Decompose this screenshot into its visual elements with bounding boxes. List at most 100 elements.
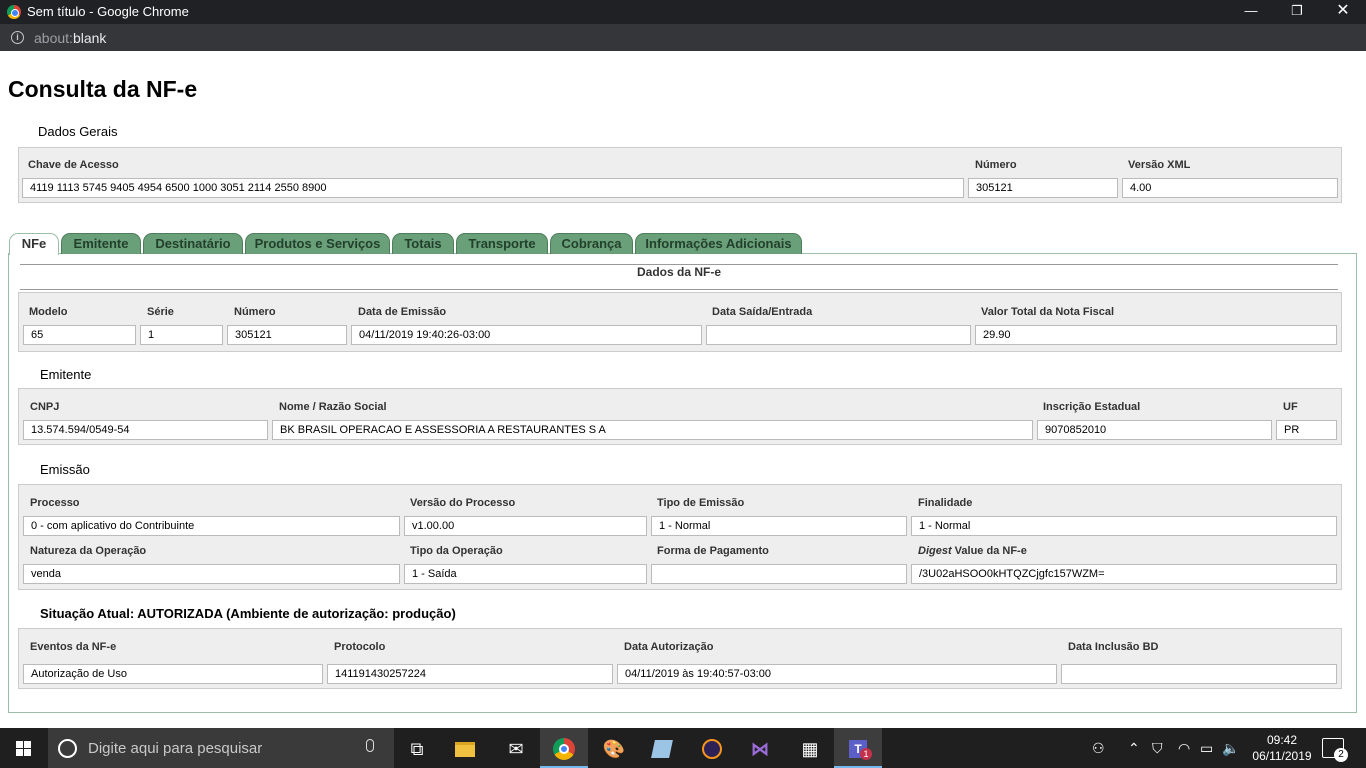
serie-field[interactable]: 1: [140, 325, 223, 345]
tipo-emissao-label: Tipo de Emissão: [657, 497, 745, 509]
versao-processo-field[interactable]: v1.00.00: [404, 516, 647, 536]
file-explorer-icon[interactable]: [441, 728, 489, 768]
tab-totais[interactable]: Totais: [392, 233, 454, 254]
data-inclusao-bd-field[interactable]: [1061, 664, 1337, 684]
digest-value-label: Digest Value da NF-e: [918, 545, 1027, 557]
maximize-button[interactable]: ❐: [1274, 0, 1320, 24]
valor-total-field[interactable]: 29.90: [975, 325, 1337, 345]
url-text[interactable]: about:blank: [34, 30, 106, 46]
digest-value-field[interactable]: /3U02aHSOO0kHTQZCjgfc157WZM=: [911, 564, 1337, 584]
data-inclusao-bd-label: Data Inclusão BD: [1068, 641, 1159, 653]
people-icon[interactable]: ⚇: [1092, 728, 1105, 768]
natureza-operacao-field[interactable]: venda: [23, 564, 400, 584]
razao-social-label: Nome / Razão Social: [279, 401, 387, 413]
eventos-label: Eventos da NF-e: [30, 641, 117, 653]
teams-icon[interactable]: T1: [834, 728, 882, 768]
dados-gerais-legend: Dados Gerais: [38, 124, 118, 139]
cnpj-label: CNPJ: [30, 401, 60, 413]
tab-produtos-servicos[interactable]: Produtos e Serviços: [245, 233, 390, 254]
modelo-field[interactable]: 65: [23, 325, 136, 345]
volume-icon[interactable]: 🔈: [1222, 728, 1239, 768]
numero-field[interactable]: 305121: [968, 178, 1118, 198]
modelo-label: Modelo: [29, 306, 68, 318]
search-placeholder: Digite aqui para pesquisar: [88, 740, 263, 757]
protocolo-label: Protocolo: [334, 641, 386, 653]
eclipse-icon[interactable]: [688, 728, 736, 768]
defender-icon[interactable]: ⛉: [1152, 728, 1163, 768]
windows-start-icon[interactable]: [16, 741, 31, 756]
data-emissao-field[interactable]: 04/11/2019 19:40:26-03:00: [351, 325, 702, 345]
chevron-up-icon[interactable]: ⌃: [1128, 728, 1140, 768]
numero-label: Número: [975, 159, 1017, 171]
tab-informacoes-adicionais[interactable]: Informações Adicionais: [635, 233, 802, 254]
data-emissao-label: Data de Emissão: [358, 306, 447, 318]
window-title: Sem título - Google Chrome: [27, 4, 189, 19]
microphone-icon[interactable]: [366, 739, 374, 752]
finalidade-field[interactable]: 1 - Normal: [911, 516, 1337, 536]
data-saida-label: Data Saída/Entrada: [712, 306, 813, 318]
cnpj-field[interactable]: 13.574.594/0549-54: [23, 420, 268, 440]
cortana-icon[interactable]: [58, 739, 77, 758]
mail-icon[interactable]: ✉: [492, 728, 540, 768]
tipo-emissao-field[interactable]: 1 - Normal: [651, 516, 907, 536]
emissao-legend: Emissão: [40, 462, 90, 477]
uf-label: UF: [1283, 401, 1298, 413]
windows-taskbar: Digite aqui para pesquisar ⧉ ✉ 🎨 ⋈ ▦ T1 …: [0, 728, 1366, 768]
processo-field[interactable]: 0 - com aplicativo do Contribuinte: [23, 516, 400, 536]
data-autorizacao-label: Data Autorização: [624, 641, 714, 653]
numero-nfe-field[interactable]: 305121: [227, 325, 347, 345]
chrome-taskbar-icon[interactable]: [540, 728, 588, 768]
valor-total-label: Valor Total da Nota Fiscal: [981, 306, 1115, 318]
paint-icon[interactable]: 🎨: [590, 728, 638, 768]
versao-processo-label: Versão do Processo: [410, 497, 516, 509]
versao-xml-label: Versão XML: [1128, 159, 1191, 171]
forma-pagamento-field[interactable]: [651, 564, 907, 584]
visual-studio-icon[interactable]: ⋈: [736, 728, 784, 768]
tipo-operacao-field[interactable]: 1 - Saída: [404, 564, 647, 584]
clock-time: 09:42: [1266, 733, 1298, 747]
finalidade-label: Finalidade: [918, 497, 973, 509]
tab-transporte[interactable]: Transporte: [456, 233, 548, 254]
browser-title-bar: Sem título - Google Chrome — ❐ ✕: [0, 0, 1366, 24]
close-button[interactable]: ✕: [1320, 0, 1366, 24]
chrome-logo-icon: [7, 5, 21, 19]
versao-xml-field[interactable]: 4.00: [1122, 178, 1338, 198]
tab-destinatario[interactable]: Destinatário: [143, 233, 243, 254]
data-autorizacao-field[interactable]: 04/11/2019 às 19:40:57-03:00: [617, 664, 1057, 684]
razao-social-field[interactable]: BK BRASIL OPERACAO E ASSESSORIA A RESTAU…: [272, 420, 1033, 440]
processo-label: Processo: [30, 497, 80, 509]
eventos-field[interactable]: Autorização de Uso: [23, 664, 323, 684]
inscricao-estadual-label: Inscrição Estadual: [1043, 401, 1141, 413]
minimize-button[interactable]: —: [1228, 0, 1274, 24]
tab-emitente[interactable]: Emitente: [61, 233, 141, 254]
tab-cobranca[interactable]: Cobrança: [550, 233, 633, 254]
numero-nfe-label: Número: [234, 306, 276, 318]
taskbar-search-box[interactable]: Digite aqui para pesquisar: [48, 728, 394, 768]
emitente-legend: Emitente: [40, 367, 92, 382]
protocolo-field[interactable]: 141191430257224: [327, 664, 613, 684]
wifi-icon[interactable]: ◠: [1178, 728, 1190, 768]
notification-count-badge: 2: [1334, 748, 1348, 762]
chave-label: Chave de Acesso: [28, 159, 119, 171]
calculator-icon[interactable]: ▦: [786, 728, 834, 768]
address-bar[interactable]: i about:blank: [0, 24, 1366, 51]
page-title: Consulta da NF-e: [8, 76, 198, 102]
data-saida-field[interactable]: [706, 325, 971, 345]
uf-field[interactable]: PR: [1276, 420, 1337, 440]
tipo-operacao-label: Tipo da Operação: [410, 545, 503, 557]
clock-date: 06/11/2019: [1252, 749, 1312, 763]
natureza-operacao-label: Natureza da Operação: [30, 545, 147, 557]
battery-icon[interactable]: ▭: [1200, 728, 1213, 768]
serie-label: Série: [147, 306, 174, 318]
teams-badge: 1: [860, 748, 872, 760]
task-view-icon[interactable]: ⧉: [393, 728, 441, 768]
inscricao-estadual-field[interactable]: 9070852010: [1037, 420, 1272, 440]
info-icon[interactable]: i: [11, 31, 24, 44]
tab-nfe[interactable]: NFe: [9, 233, 59, 255]
chave-field[interactable]: 4119 1113 5745 9405 4954 6500 1000 3051 …: [22, 178, 964, 198]
dados-nfe-heading: Dados da NF-e: [20, 264, 1338, 290]
taskbar-clock[interactable]: 09:42 06/11/2019: [1242, 732, 1322, 764]
situacao-legend: Situação Atual: AUTORIZADA (Ambiente de …: [40, 606, 456, 621]
notes-app-icon[interactable]: [638, 728, 686, 768]
forma-pagamento-label: Forma de Pagamento: [657, 545, 769, 557]
